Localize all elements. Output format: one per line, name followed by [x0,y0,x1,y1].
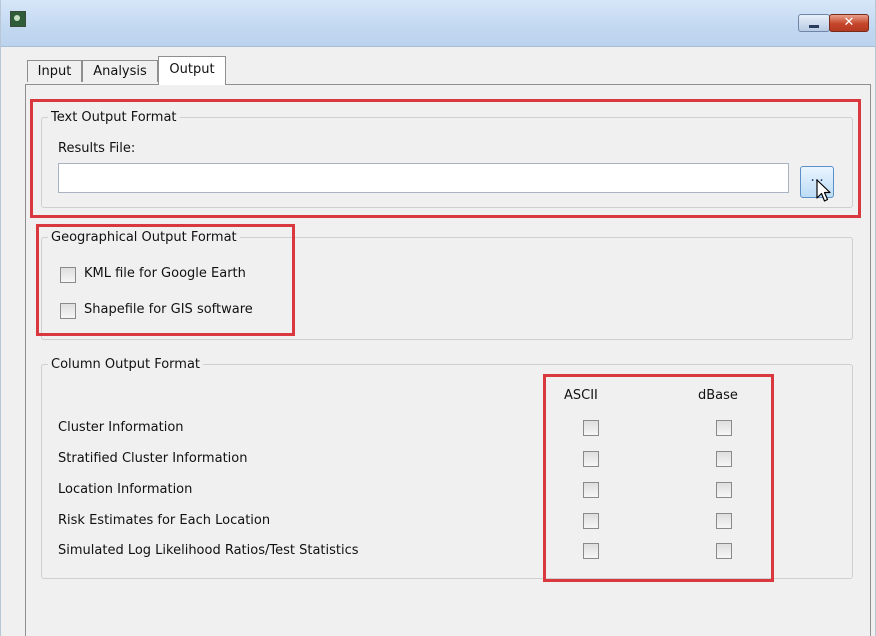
browse-button[interactable]: ... [800,166,834,202]
geo-output-group: Geographical Output Format [41,230,853,340]
tab-input[interactable]: Input [27,60,82,82]
location-info-ascii-checkbox[interactable] [583,482,599,498]
results-file-label: Results File: [58,141,136,156]
tab-analysis[interactable]: Analysis [82,60,158,82]
text-output-group: Text Output Format [41,110,853,208]
kml-label: KML file for Google Earth [84,266,246,281]
shapefile-label: Shapefile for GIS software [84,302,253,317]
dialog-window: ✕ Input Analysis Output Text Output Form… [0,0,876,636]
close-icon: ✕ [843,15,855,30]
cluster-info-dbase-checkbox[interactable] [716,420,732,436]
minimize-button[interactable] [798,14,830,32]
simulated-llr-dbase-checkbox[interactable] [716,543,732,559]
shapefile-checkbox[interactable] [60,303,76,319]
mouse-cursor-icon [816,179,831,202]
risk-estimates-ascii-checkbox[interactable] [583,513,599,529]
column-row-label: Simulated Log Likelihood Ratios/Test Sta… [58,543,359,558]
dbase-column-header: dBase [698,388,738,403]
stratified-cluster-dbase-checkbox[interactable] [716,451,732,467]
text-output-legend: Text Output Format [51,110,177,125]
results-file-input[interactable] [58,163,789,193]
cluster-info-ascii-checkbox[interactable] [583,420,599,436]
column-row-label: Risk Estimates for Each Location [58,513,271,528]
risk-estimates-dbase-checkbox[interactable] [716,513,732,529]
column-row-label: Stratified Cluster Information [58,451,248,466]
column-row-label: Location Information [58,482,193,497]
ascii-column-header: ASCII [564,388,598,403]
close-button[interactable]: ✕ [829,14,869,32]
column-output-legend: Column Output Format [51,357,201,372]
location-info-dbase-checkbox[interactable] [716,482,732,498]
stratified-cluster-ascii-checkbox[interactable] [583,451,599,467]
app-icon [10,11,26,27]
tab-output[interactable]: Output [158,56,226,85]
kml-checkbox[interactable] [60,267,76,283]
title-bar[interactable]: ✕ [1,0,875,47]
column-row-label: Cluster Information [58,420,184,435]
simulated-llr-ascii-checkbox[interactable] [583,543,599,559]
geo-output-legend: Geographical Output Format [51,230,237,245]
